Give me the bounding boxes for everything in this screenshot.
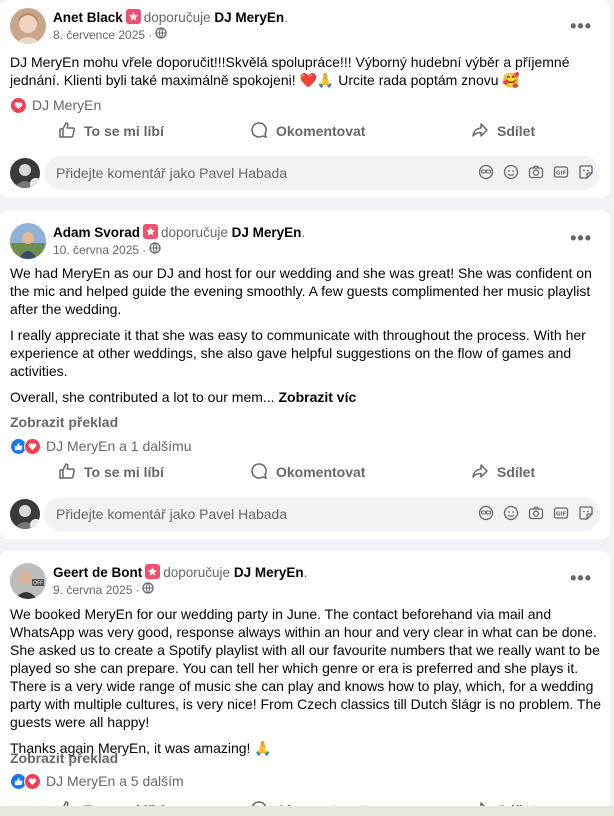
gif-icon[interactable]: GIF	[553, 505, 569, 521]
love-reaction-icon	[24, 772, 41, 790]
avatar[interactable]	[10, 8, 46, 44]
svg-text:GIF: GIF	[556, 171, 567, 177]
emoji-icon[interactable]	[503, 164, 519, 180]
avatar[interactable]	[10, 499, 40, 529]
chevron-down-icon[interactable]	[30, 519, 40, 529]
review-text: We had MeryEn as our DJ and host for our…	[10, 264, 602, 414]
more-options-icon[interactable]: •••	[570, 568, 592, 589]
reactions-text: DJ MeryEn	[32, 97, 102, 113]
comment-composer: Přidejte komentář jako Pavel Habada GIF	[10, 497, 600, 531]
author-name[interactable]: Geert de Bont	[53, 565, 142, 580]
post-date[interactable]: 10. června 2025	[53, 242, 139, 258]
review-paragraph: DJ MeryEn mohu vřele doporučit!!!Skvělá …	[10, 54, 570, 88]
avatar[interactable]: OFF	[10, 563, 46, 599]
comment-label: Okomentovat	[276, 464, 366, 480]
action-bar: To se mi líbí Okomentovat Sdílet	[10, 114, 602, 148]
chevron-down-icon[interactable]	[30, 178, 40, 188]
comment-input[interactable]: Přidejte komentář jako Pavel Habada GIF	[44, 156, 600, 190]
avatar-sticker-icon[interactable]	[478, 505, 494, 521]
like-label: To se mi líbí	[84, 123, 164, 139]
see-translation-link[interactable]: Zobrazit překlad	[10, 750, 118, 766]
share-label: Sdílet	[497, 464, 536, 480]
reactions-summary[interactable]: DJ MeryEn a 1 dalšímu	[10, 436, 192, 456]
camera-icon[interactable]	[528, 164, 544, 180]
gif-icon[interactable]: GIF	[553, 164, 569, 180]
reactions-text: DJ MeryEn a 1 dalšímu	[46, 438, 192, 454]
review-card: Adam Svorad doporučuje DJ MeryEn. 10. čer…	[0, 210, 610, 539]
like-button[interactable]: To se mi líbí	[58, 114, 164, 148]
globe-icon	[155, 27, 167, 43]
emoji-icon[interactable]	[503, 505, 519, 521]
review-paragraph: I really appreciate it that she was easy…	[10, 327, 586, 379]
comment-icon	[250, 121, 268, 142]
comment-composer: Přidejte komentář jako Pavel Habada GIF	[10, 156, 600, 190]
recommends-text: doporučuje	[163, 565, 231, 580]
love-reaction-icon	[10, 96, 27, 114]
see-more-link[interactable]: Zobrazit víc	[278, 389, 356, 405]
review-text: We booked MeryEn for our wedding party i…	[10, 605, 602, 765]
recommends-text: doporučuje	[143, 10, 211, 25]
globe-icon	[149, 242, 161, 258]
page-bottom-edge	[0, 806, 614, 816]
love-reaction-icon	[24, 437, 41, 455]
globe-icon	[142, 582, 155, 598]
avatar[interactable]	[10, 158, 40, 188]
share-button[interactable]: Sdílet	[471, 114, 535, 148]
review-paragraph: Overall, she contributed a lot to our me…	[10, 389, 357, 405]
action-bar: To se mi líbí Okomentovat Sdílet	[10, 455, 602, 489]
share-icon	[471, 121, 489, 142]
post-header: Anet Black doporučuje DJ MeryEn. 8. červe…	[10, 6, 288, 46]
sticker-icon[interactable]	[578, 505, 594, 521]
page-link[interactable]: DJ MeryEn	[232, 225, 302, 240]
camera-icon[interactable]	[528, 505, 544, 521]
more-options-icon[interactable]: •••	[570, 16, 592, 37]
svg-text:OFF: OFF	[33, 581, 43, 587]
see-translation-link[interactable]: Zobrazit překlad	[10, 414, 118, 430]
avatar-sticker-icon[interactable]	[478, 164, 494, 180]
comment-input[interactable]: Přidejte komentář jako Pavel Habada GIF	[44, 497, 600, 531]
review-paragraph: We booked MeryEn for our wedding party i…	[10, 606, 602, 730]
author-name[interactable]: Anet Black	[53, 10, 123, 25]
like-label: To se mi líbí	[84, 464, 164, 480]
review-text: DJ MeryEn mohu vřele doporučit!!!Skvělá …	[10, 53, 602, 97]
comment-placeholder: Přidejte komentář jako Pavel Habada	[56, 165, 288, 181]
reactions-summary[interactable]: DJ MeryEn	[10, 95, 101, 115]
sticker-icon[interactable]	[578, 164, 594, 180]
review-paragraph: We had MeryEn as our DJ and host for our…	[10, 265, 592, 317]
share-icon	[471, 462, 489, 483]
post-date[interactable]: 8. července 2025	[53, 27, 145, 43]
share-label: Sdílet	[497, 123, 536, 139]
svg-text:GIF: GIF	[556, 512, 567, 518]
comment-button[interactable]: Okomentovat	[250, 455, 365, 489]
post-header: Adam Svorad doporučuje DJ MeryEn. 10. čer…	[10, 221, 305, 261]
review-card: OFF Geert de Bont doporučuje DJ MeryEn. 9…	[0, 551, 610, 816]
author-name[interactable]: Adam Svorad	[53, 225, 140, 240]
post-date[interactable]: 9. června 2025	[53, 582, 132, 598]
thumbs-up-icon	[58, 462, 76, 483]
share-button[interactable]: Sdílet	[471, 455, 535, 489]
like-button[interactable]: To se mi líbí	[58, 455, 164, 489]
comment-icon	[250, 462, 268, 483]
page-link[interactable]: DJ MeryEn	[234, 565, 304, 580]
page-link[interactable]: DJ MeryEn	[214, 10, 284, 25]
recommends-text: doporučuje	[161, 225, 228, 240]
more-options-icon[interactable]: •••	[570, 228, 592, 249]
reactions-summary[interactable]: DJ MeryEn a 5 dalším	[10, 771, 184, 791]
comment-label: Okomentovat	[276, 123, 366, 139]
recommend-icon	[143, 224, 159, 239]
thumbs-up-icon	[58, 121, 76, 142]
recommend-icon	[125, 9, 141, 24]
post-header: OFF Geert de Bont doporučuje DJ MeryEn. 9…	[10, 561, 307, 601]
avatar[interactable]	[10, 223, 46, 259]
recommend-icon	[145, 564, 161, 579]
comment-placeholder: Přidejte komentář jako Pavel Habada	[56, 506, 288, 522]
reactions-text: DJ MeryEn a 5 dalším	[46, 773, 184, 789]
review-card: Anet Black doporučuje DJ MeryEn. 8. červe…	[0, 0, 610, 198]
comment-button[interactable]: Okomentovat	[250, 114, 365, 148]
